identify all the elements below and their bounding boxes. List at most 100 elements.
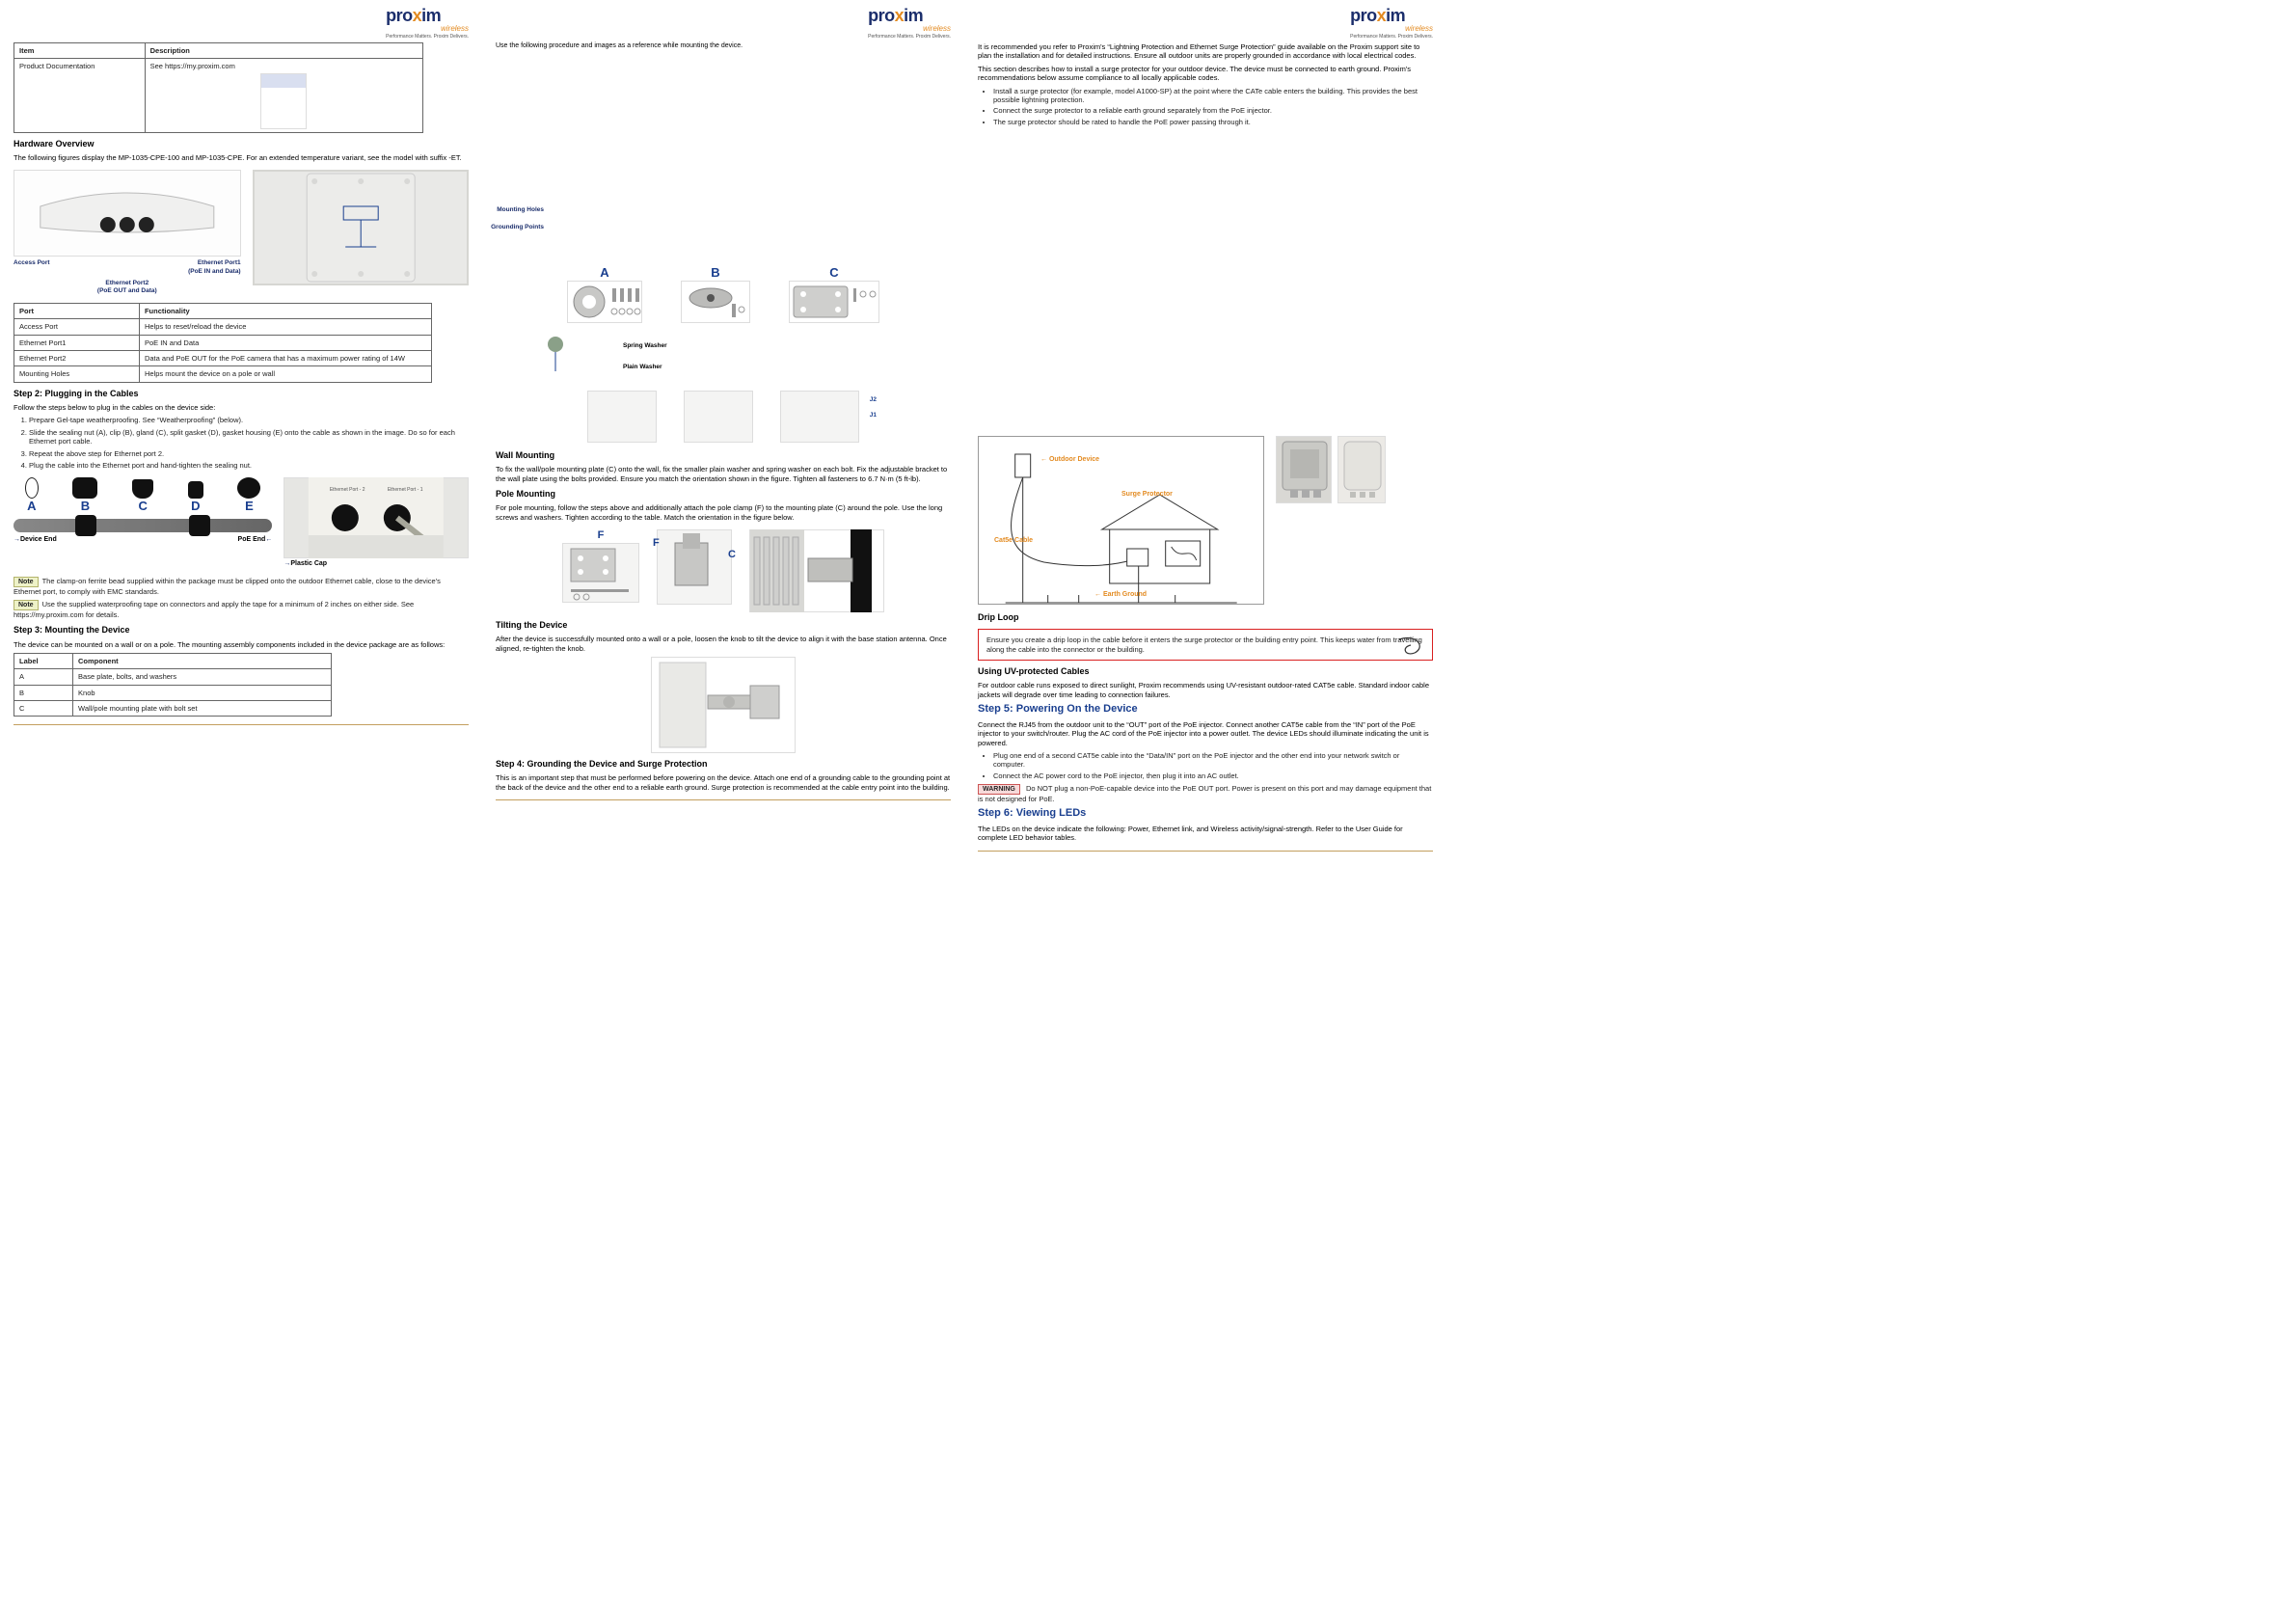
pole-mount-title: Pole Mounting xyxy=(496,489,951,500)
device-views-figure: Access Port Ethernet Port1 (PoE IN and D… xyxy=(14,170,469,295)
logo-part-x: x xyxy=(895,6,905,25)
t1-r1-item: Product Documentation xyxy=(14,59,146,132)
col2-intro: Use the following procedure and images a… xyxy=(496,42,951,51)
step2-li4: Plug the cable into the Ethernet port an… xyxy=(29,461,469,470)
power-b1: Plug one end of a second CAT5e cable int… xyxy=(993,751,1433,770)
gland-part-D: D xyxy=(188,499,203,514)
partlbl-A: A xyxy=(567,265,642,281)
tilt-title: Tilting the Device xyxy=(496,620,951,631)
wallstep-img-3 xyxy=(780,391,859,443)
column-3: proxim wireless Performance Matters. Pro… xyxy=(964,0,1446,872)
wallstep-img-1 xyxy=(587,391,657,443)
gland-part-E: E xyxy=(237,499,260,514)
partlbl-F: F xyxy=(562,529,639,543)
t2r2a: Ethernet Port1 xyxy=(14,335,140,350)
label-device-end: Device End xyxy=(20,536,57,543)
surge-b3: The surge protector should be rated to h… xyxy=(993,118,1433,126)
note-waterproof: NoteUse the supplied waterproofing tape … xyxy=(14,600,469,619)
t1-head-desc: Description xyxy=(145,43,422,59)
col3-intro2: This section describes how to install a … xyxy=(978,65,1433,83)
partlbl-B: B xyxy=(681,265,750,281)
power-b2: Connect the AC power cord to the PoE inj… xyxy=(993,771,1433,780)
label-eth2: Ethernet Port2 (PoE OUT and Data) xyxy=(14,280,241,295)
note-icon: Note xyxy=(14,600,39,610)
pole-mounted-photo xyxy=(749,529,884,612)
dlbl-surge: Surge Protector xyxy=(1121,491,1173,500)
mt-a: A xyxy=(14,669,73,685)
gland-part-C: C xyxy=(132,499,153,514)
mt-b: B xyxy=(14,685,73,700)
mt-c: C xyxy=(14,701,73,717)
svg-text:Ethernet Port - 1: Ethernet Port - 1 xyxy=(388,487,423,493)
power-text: Connect the RJ45 from the outdoor unit t… xyxy=(978,720,1433,747)
t2-head-port: Port xyxy=(14,303,140,318)
label-j1: J1 xyxy=(870,412,877,419)
logo-header: proxim wireless Performance Matters. Pro… xyxy=(978,8,1433,37)
step3-text: The device can be mounted on a wall or o… xyxy=(14,640,469,649)
ground-title: Step 4: Grounding the Device and Surge P… xyxy=(496,759,951,770)
partlbl-C2: C xyxy=(728,549,736,562)
logo-header: proxim wireless Performance Matters. Pro… xyxy=(496,8,951,37)
port-function-table: Port Functionality Access PortHelps to r… xyxy=(14,303,432,383)
pole-mount-images: F F C xyxy=(496,529,951,612)
t2r4a: Mounting Holes xyxy=(14,366,140,382)
drip-loop-box: Ensure you create a drip loop in the cab… xyxy=(978,629,1433,661)
tilt-text: After the device is successfully mounted… xyxy=(496,635,951,653)
led-title: Step 6: Viewing LEDs xyxy=(978,807,1433,821)
base-plate-image xyxy=(567,281,642,323)
surge-b1: Install a surge protector (for example, … xyxy=(993,87,1433,105)
logo-part-right: im xyxy=(904,6,923,25)
logo-part-right: im xyxy=(421,6,441,25)
label-plain-washer: Plain Washer xyxy=(623,364,667,371)
logo-subline: wireless xyxy=(868,24,951,34)
step2-li3: Repeat the above step for Ethernet port … xyxy=(29,449,469,458)
logo-tagline: Performance Matters. Proxim Delivers. xyxy=(386,34,469,40)
step2-li2: Slide the sealing nut (A), clip (B), gla… xyxy=(29,428,469,446)
partlbl-F2: F xyxy=(653,537,660,551)
uv-text: For outdoor cable runs exposed to direct… xyxy=(978,681,1433,699)
washer-labels: Spring Washer Plain Washer xyxy=(540,331,951,383)
svg-text:Ethernet Port - 2: Ethernet Port - 2 xyxy=(330,487,365,493)
mt-h2: Component xyxy=(73,653,332,668)
step3-title: Step 3: Mounting the Device xyxy=(14,625,469,636)
dlbl-ground: Earth Ground xyxy=(1103,591,1147,598)
column-2: proxim wireless Performance Matters. Pro… xyxy=(482,0,964,872)
logo-part-right: im xyxy=(1386,6,1405,25)
logo-subline: wireless xyxy=(386,24,469,34)
logo-header: proxim wireless Performance Matters. Pro… xyxy=(14,8,469,37)
surge-b2: Connect the surge protector to a reliabl… xyxy=(993,106,1433,115)
step2-list: Prepare Gel-tape weatherproofing. See “W… xyxy=(14,416,469,470)
gland-part-A: A xyxy=(25,499,39,514)
t1-head-item: Item xyxy=(14,43,146,59)
device-rear-image xyxy=(253,170,469,285)
power-title: Step 5: Powering On the Device xyxy=(978,703,1433,717)
dlbl-cat5e: Cat5e Cable xyxy=(994,537,1033,546)
drip-title: Drip Loop xyxy=(978,612,1433,623)
warning-icon: WARNING xyxy=(978,784,1020,795)
mount-components-table: LabelComponent ABase plate, bolts, and w… xyxy=(14,653,332,717)
logo-part-left: pro xyxy=(1350,6,1377,25)
note-icon: Note xyxy=(14,577,39,587)
wall-mount-step-images: J2 J1 xyxy=(496,391,951,443)
led-text: The LEDs on the device indicate the foll… xyxy=(978,825,1433,843)
surge-photo-closed xyxy=(1337,436,1386,503)
step2-li1: Prepare Gel-tape weatherproofing. See “W… xyxy=(29,416,469,424)
label-access-port: Access Port xyxy=(14,259,50,275)
label-j2: J2 xyxy=(870,396,877,404)
note-ferrite: NoteThe clamp-on ferrite bead supplied w… xyxy=(14,577,469,596)
surge-diagram-row: ← Outdoor Device Surge Protector Cat5e C… xyxy=(978,436,1433,605)
dlbl-outdoor: Outdoor Device xyxy=(1049,456,1099,463)
t2r1b: Helps to reset/reload the device xyxy=(139,319,431,335)
drip-loop-icon xyxy=(1397,636,1426,657)
partlbl-C: C xyxy=(789,265,879,281)
mt-bt: Knob xyxy=(73,685,332,700)
hardware-overview-title: Hardware Overview xyxy=(14,139,469,149)
hardware-overview-text: The following figures display the MP-103… xyxy=(14,153,469,162)
cable-gland-figure: A B C D E →Device End PoE End← xyxy=(14,477,469,569)
label-plastic-cap: Plastic Cap xyxy=(290,560,327,567)
mt-ct: Wall/pole mounting plate with bolt set xyxy=(73,701,332,717)
mt-h1: Label xyxy=(14,653,73,668)
power-bullets: Plug one end of a second CAT5e cable int… xyxy=(978,751,1433,780)
wallstep-img-2 xyxy=(684,391,753,443)
t2r3b: Data and PoE OUT for the PoE camera that… xyxy=(139,351,431,366)
